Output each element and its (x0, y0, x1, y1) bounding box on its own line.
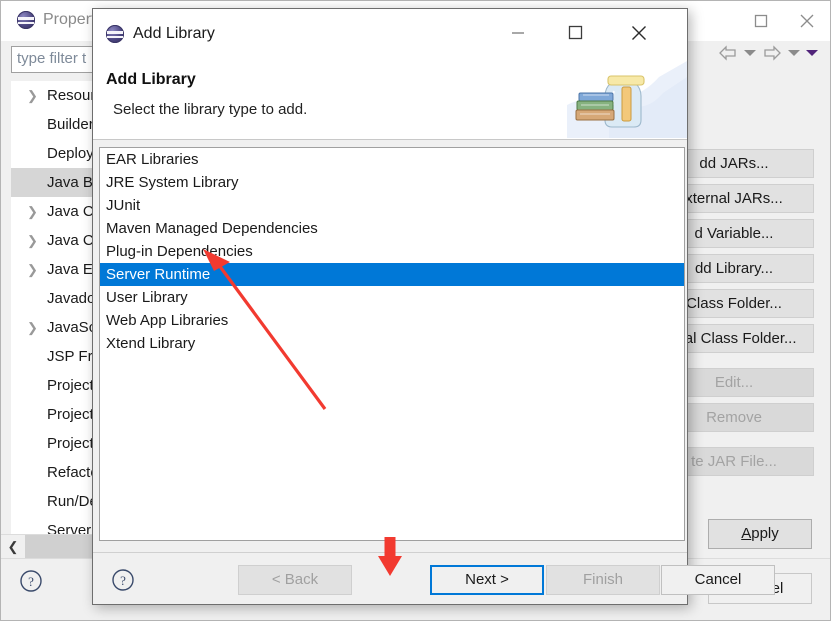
chevron-right-icon[interactable]: ❯ (27, 81, 38, 110)
library-item-plug-in-dependencies[interactable]: Plug-in Dependencies (100, 240, 684, 263)
apply-button-label: Apply (741, 525, 779, 542)
finish-button[interactable]: Finish (546, 565, 660, 595)
library-item-user-library[interactable]: User Library (100, 286, 684, 309)
library-item-web-app-libraries[interactable]: Web App Libraries (100, 309, 684, 332)
side-button-label: dd JARs... (699, 155, 769, 172)
chevron-right-icon[interactable]: ❯ (27, 197, 38, 226)
back-button[interactable]: < Back (238, 565, 352, 595)
chevron-right-icon[interactable]: ❯ (27, 313, 38, 342)
side-button-label: dd Library... (694, 260, 774, 277)
add-library-dialog: Add Library Add Library Select the libra… (92, 8, 775, 605)
maximize-icon[interactable] (551, 9, 599, 56)
chevron-left-icon[interactable]: ❮ (1, 535, 25, 559)
eclipse-icon (106, 25, 124, 43)
side-button-label: Remove (706, 409, 762, 426)
properties-window-title: Propert (43, 11, 96, 28)
forward-history-chevron-down-icon[interactable] (788, 50, 800, 56)
properties-title-group: Propert (17, 11, 95, 29)
library-item-junit[interactable]: JUnit (100, 194, 684, 217)
arrow-right-icon[interactable] (762, 45, 782, 61)
side-button-label: xternal JARs... (685, 190, 783, 207)
help-circle-icon[interactable]: ? (111, 568, 135, 592)
back-history-chevron-down-icon[interactable] (744, 50, 756, 56)
close-icon[interactable] (615, 9, 663, 56)
apply-button[interactable]: Apply (708, 519, 812, 549)
chevron-right-icon[interactable]: ❯ (27, 226, 38, 255)
help-circle-icon[interactable]: ? (19, 569, 43, 593)
dialog-banner: Add Library Select the library type to a… (93, 59, 687, 140)
side-button-label: rnal Class Folder... (671, 330, 797, 347)
next-button[interactable]: Next > (430, 565, 544, 595)
svg-text:?: ? (28, 574, 34, 589)
library-item-server-runtime[interactable]: Server Runtime (100, 263, 684, 286)
side-button-label: te JAR File... (691, 453, 777, 470)
library-item-ear-libraries[interactable]: EAR Libraries (100, 148, 684, 171)
side-button-label: Edit... (714, 374, 754, 391)
arrow-left-icon[interactable] (718, 45, 738, 61)
library-item-jre-system-library[interactable]: JRE System Library (100, 171, 684, 194)
dialog-window-title: Add Library (133, 25, 215, 42)
library-item-xtend-library[interactable]: Xtend Library (100, 332, 684, 355)
maximize-icon[interactable] (738, 1, 784, 41)
jar-with-books-icon (567, 59, 687, 138)
minimize-icon[interactable] (494, 9, 542, 56)
svg-text:?: ? (120, 573, 126, 588)
dialog-heading: Add Library (106, 71, 196, 88)
eclipse-icon (17, 11, 35, 29)
tree-horizontal-scrollbar[interactable]: ❮ (1, 534, 100, 559)
side-button-label: Class Folder... (686, 295, 782, 312)
side-button-label: d Variable... (694, 225, 774, 242)
dialog-subheading: Select the library type to add. (113, 101, 308, 118)
dialog-footer: ? < Back Next > Finish Cancel (93, 553, 775, 604)
dialog-title-group: Add Library (106, 25, 215, 43)
chevron-right-icon[interactable]: ❯ (27, 255, 38, 284)
navigation-arrows (718, 45, 818, 61)
close-icon[interactable] (784, 1, 830, 41)
library-item-maven-managed-dependencies[interactable]: Maven Managed Dependencies (100, 217, 684, 240)
library-type-list[interactable]: EAR Libraries JRE System Library JUnit Mave… (99, 147, 685, 541)
view-menu-chevron-down-icon[interactable] (806, 50, 818, 56)
cancel-button[interactable]: Cancel (661, 565, 775, 595)
dialog-titlebar: Add Library (93, 9, 687, 59)
